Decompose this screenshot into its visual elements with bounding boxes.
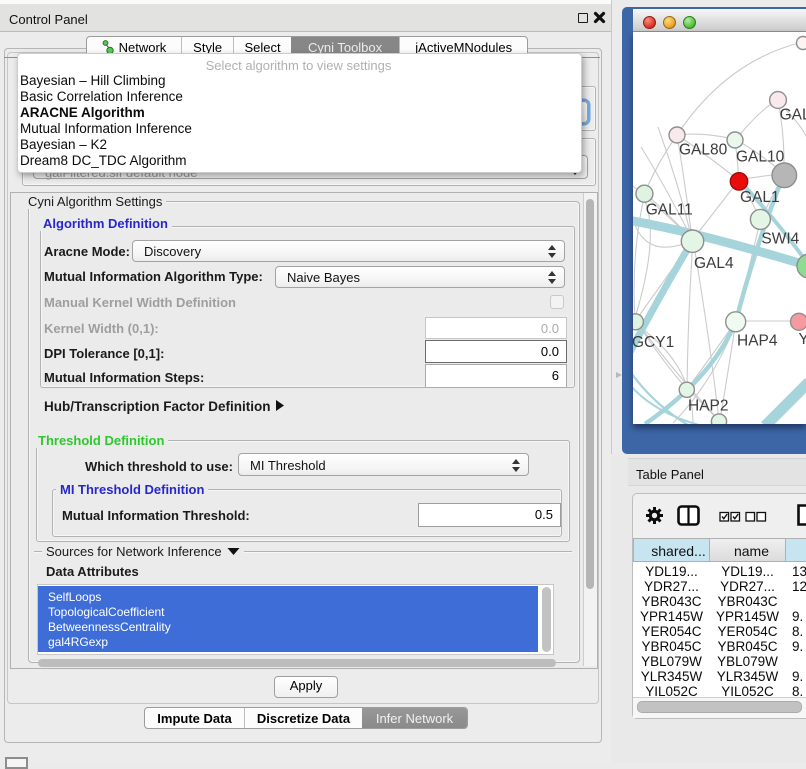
svg-text:Y: Y — [799, 331, 806, 348]
svg-text:GAL7: GAL7 — [780, 107, 806, 124]
svg-text:GCY1: GCY1 — [633, 334, 674, 351]
svg-text:GAL11: GAL11 — [646, 202, 693, 219]
svg-text:HAP2: HAP2 — [688, 398, 729, 415]
svg-text:SWI4: SWI4 — [761, 230, 799, 247]
svg-text:HAP4: HAP4 — [737, 333, 778, 350]
svg-text:GAL4: GAL4 — [694, 255, 734, 272]
svg-text:GAL10: GAL10 — [736, 149, 785, 166]
svg-text:GAL80: GAL80 — [679, 142, 728, 159]
svg-text:GAL1: GAL1 — [740, 189, 780, 206]
